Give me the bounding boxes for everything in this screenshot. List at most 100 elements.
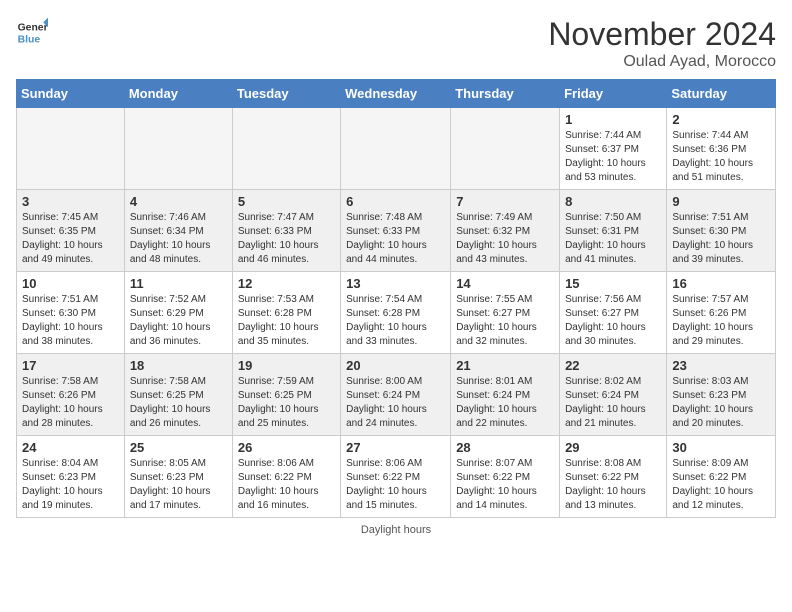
day-info: Sunrise: 7:53 AM Sunset: 6:28 PM Dayligh… xyxy=(238,293,335,349)
day-info: Sunrise: 7:58 AM Sunset: 6:26 PM Dayligh… xyxy=(22,375,119,431)
day-info: Sunrise: 7:48 AM Sunset: 6:33 PM Dayligh… xyxy=(346,211,445,267)
day-info: Sunrise: 8:06 AM Sunset: 6:22 PM Dayligh… xyxy=(238,457,335,513)
calendar-cell: 3 Sunrise: 7:45 AM Sunset: 6:35 PM Daylig… xyxy=(17,190,125,272)
calendar-cell: 25 Sunrise: 8:05 AM Sunset: 6:23 PM Dayli… xyxy=(124,436,232,518)
calendar-cell: 10Sunrise: 7:51 AM Sunset: 6:30 PM Dayli… xyxy=(17,272,125,354)
calendar-cell: 16 Sunrise: 7:57 AM Sunset: 6:26 PM Dayli… xyxy=(667,272,776,354)
day-number: 21 xyxy=(456,358,554,373)
calendar-cell: 8 Sunrise: 7:50 AM Sunset: 6:31 PM Daylig… xyxy=(560,190,667,272)
calendar-cell: 27 Sunrise: 8:06 AM Sunset: 6:22 PM Dayli… xyxy=(341,436,451,518)
weekday-header-sunday: Sunday xyxy=(17,80,125,108)
day-info: Sunrise: 8:06 AM Sunset: 6:22 PM Dayligh… xyxy=(346,457,445,513)
day-number: 23 xyxy=(672,358,770,373)
footer-note: Daylight hours xyxy=(16,524,776,536)
day-info: Sunrise: 7:59 AM Sunset: 6:25 PM Dayligh… xyxy=(238,375,335,431)
day-number: 28 xyxy=(456,440,554,455)
day-number: 29 xyxy=(565,440,661,455)
calendar-cell xyxy=(451,108,560,190)
week-row-4: 17Sunrise: 7:58 AM Sunset: 6:26 PM Dayli… xyxy=(17,354,776,436)
day-info: Sunrise: 8:03 AM Sunset: 6:23 PM Dayligh… xyxy=(672,375,770,431)
day-info: Sunrise: 8:07 AM Sunset: 6:22 PM Dayligh… xyxy=(456,457,554,513)
day-info: Sunrise: 8:09 AM Sunset: 6:22 PM Dayligh… xyxy=(672,457,770,513)
week-row-3: 10Sunrise: 7:51 AM Sunset: 6:30 PM Dayli… xyxy=(17,272,776,354)
calendar-cell: 22 Sunrise: 8:02 AM Sunset: 6:24 PM Dayli… xyxy=(560,354,667,436)
calendar-cell: 5 Sunrise: 7:47 AM Sunset: 6:33 PM Daylig… xyxy=(232,190,340,272)
page-header: General Blue November 2024 Oulad Ayad, M… xyxy=(16,16,776,71)
day-info: Sunrise: 7:47 AM Sunset: 6:33 PM Dayligh… xyxy=(238,211,335,267)
day-info: Sunrise: 7:45 AM Sunset: 6:35 PM Dayligh… xyxy=(22,211,119,267)
calendar-table: SundayMondayTuesdayWednesdayThursdayFrid… xyxy=(16,79,776,518)
day-number: 15 xyxy=(565,276,661,291)
calendar-cell xyxy=(17,108,125,190)
calendar-cell: 28 Sunrise: 8:07 AM Sunset: 6:22 PM Dayli… xyxy=(451,436,560,518)
week-row-2: 3 Sunrise: 7:45 AM Sunset: 6:35 PM Daylig… xyxy=(17,190,776,272)
day-number: 3 xyxy=(22,194,119,209)
day-number: 2 xyxy=(672,112,770,127)
day-number: 19 xyxy=(238,358,335,373)
calendar-cell: 24 Sunrise: 8:04 AM Sunset: 6:23 PM Dayli… xyxy=(17,436,125,518)
calendar-cell: 13Sunrise: 7:54 AM Sunset: 6:28 PM Dayli… xyxy=(341,272,451,354)
calendar-cell: 9 Sunrise: 7:51 AM Sunset: 6:30 PM Daylig… xyxy=(667,190,776,272)
day-number: 1 xyxy=(565,112,661,127)
day-number: 24 xyxy=(22,440,119,455)
calendar-cell: 15Sunrise: 7:56 AM Sunset: 6:27 PM Dayli… xyxy=(560,272,667,354)
day-number: 4 xyxy=(130,194,227,209)
logo: General Blue xyxy=(16,16,48,48)
day-number: 25 xyxy=(130,440,227,455)
day-number: 9 xyxy=(672,194,770,209)
day-info: Sunrise: 8:05 AM Sunset: 6:23 PM Dayligh… xyxy=(130,457,227,513)
day-number: 8 xyxy=(565,194,661,209)
day-number: 27 xyxy=(346,440,445,455)
day-number: 5 xyxy=(238,194,335,209)
calendar-cell: 30 Sunrise: 8:09 AM Sunset: 6:22 PM Dayli… xyxy=(667,436,776,518)
day-info: Sunrise: 7:46 AM Sunset: 6:34 PM Dayligh… xyxy=(130,211,227,267)
day-info: Sunrise: 7:52 AM Sunset: 6:29 PM Dayligh… xyxy=(130,293,227,349)
day-number: 10 xyxy=(22,276,119,291)
weekday-header-thursday: Thursday xyxy=(451,80,560,108)
day-number: 7 xyxy=(456,194,554,209)
week-row-1: 1Sunrise: 7:44 AM Sunset: 6:37 PM Daylig… xyxy=(17,108,776,190)
day-number: 18 xyxy=(130,358,227,373)
weekday-header-friday: Friday xyxy=(560,80,667,108)
day-number: 16 xyxy=(672,276,770,291)
day-info: Sunrise: 7:50 AM Sunset: 6:31 PM Dayligh… xyxy=(565,211,661,267)
logo-icon: General Blue xyxy=(16,16,48,48)
day-info: Sunrise: 7:49 AM Sunset: 6:32 PM Dayligh… xyxy=(456,211,554,267)
calendar-cell: 14Sunrise: 7:55 AM Sunset: 6:27 PM Dayli… xyxy=(451,272,560,354)
svg-text:Blue: Blue xyxy=(18,34,41,45)
weekday-header-monday: Monday xyxy=(124,80,232,108)
month-title: November 2024 xyxy=(548,16,776,53)
day-info: Sunrise: 8:04 AM Sunset: 6:23 PM Dayligh… xyxy=(22,457,119,513)
week-row-5: 24 Sunrise: 8:04 AM Sunset: 6:23 PM Dayli… xyxy=(17,436,776,518)
day-info: Sunrise: 7:44 AM Sunset: 6:36 PM Dayligh… xyxy=(672,129,770,185)
day-number: 20 xyxy=(346,358,445,373)
day-info: Sunrise: 7:54 AM Sunset: 6:28 PM Dayligh… xyxy=(346,293,445,349)
day-info: Sunrise: 8:02 AM Sunset: 6:24 PM Dayligh… xyxy=(565,375,661,431)
day-number: 11 xyxy=(130,276,227,291)
calendar-cell: 18Sunrise: 7:58 AM Sunset: 6:25 PM Dayli… xyxy=(124,354,232,436)
calendar-cell: 21Sunrise: 8:01 AM Sunset: 6:24 PM Dayli… xyxy=(451,354,560,436)
calendar-cell: 23 Sunrise: 8:03 AM Sunset: 6:23 PM Dayli… xyxy=(667,354,776,436)
calendar-cell: 11 Sunrise: 7:52 AM Sunset: 6:29 PM Dayli… xyxy=(124,272,232,354)
day-number: 12 xyxy=(238,276,335,291)
calendar-cell: 19 Sunrise: 7:59 AM Sunset: 6:25 PM Dayli… xyxy=(232,354,340,436)
day-number: 22 xyxy=(565,358,661,373)
calendar-cell: 6 Sunrise: 7:48 AM Sunset: 6:33 PM Daylig… xyxy=(341,190,451,272)
day-number: 6 xyxy=(346,194,445,209)
calendar-cell: 17Sunrise: 7:58 AM Sunset: 6:26 PM Dayli… xyxy=(17,354,125,436)
day-info: Sunrise: 7:51 AM Sunset: 6:30 PM Dayligh… xyxy=(672,211,770,267)
day-info: Sunrise: 7:57 AM Sunset: 6:26 PM Dayligh… xyxy=(672,293,770,349)
weekday-header-saturday: Saturday xyxy=(667,80,776,108)
calendar-cell: 20Sunrise: 8:00 AM Sunset: 6:24 PM Dayli… xyxy=(341,354,451,436)
weekday-header-wednesday: Wednesday xyxy=(341,80,451,108)
location-title: Oulad Ayad, Morocco xyxy=(548,53,776,71)
calendar-cell xyxy=(341,108,451,190)
calendar-cell: 26Sunrise: 8:06 AM Sunset: 6:22 PM Dayli… xyxy=(232,436,340,518)
calendar-cell xyxy=(232,108,340,190)
calendar-cell: 2 Sunrise: 7:44 AM Sunset: 6:36 PM Daylig… xyxy=(667,108,776,190)
calendar-cell: 7 Sunrise: 7:49 AM Sunset: 6:32 PM Daylig… xyxy=(451,190,560,272)
calendar-cell: 29Sunrise: 8:08 AM Sunset: 6:22 PM Dayli… xyxy=(560,436,667,518)
weekday-header-tuesday: Tuesday xyxy=(232,80,340,108)
day-number: 30 xyxy=(672,440,770,455)
title-block: November 2024 Oulad Ayad, Morocco xyxy=(548,16,776,71)
